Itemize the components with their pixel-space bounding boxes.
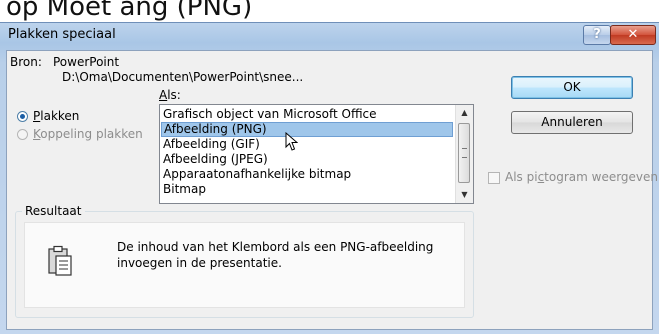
result-group: Resultaat De inhoud van het Klembord als… bbox=[15, 204, 474, 318]
show-as-icon-label[interactable]: Als pictogram weergeven bbox=[505, 170, 658, 184]
paste-special-dialog: Plakken speciaal ? ✕ Bron: PowerPoint D:… bbox=[0, 22, 659, 334]
list-item[interactable]: Afbeelding (JPEG) bbox=[163, 152, 268, 167]
result-label: Resultaat bbox=[22, 204, 85, 218]
close-button[interactable]: ✕ bbox=[610, 25, 656, 45]
ok-button[interactable]: OK bbox=[511, 76, 633, 99]
mouse-pointer-icon bbox=[285, 132, 298, 151]
paste-radio-dot bbox=[20, 114, 25, 119]
listbox-scrollbar[interactable]: ▲ ▼ bbox=[455, 105, 473, 203]
background-document-text: op Moet ang (PNG) bbox=[6, 0, 253, 22]
list-item[interactable]: Grafisch object van Microsoft Office bbox=[163, 107, 377, 122]
scroll-grip bbox=[462, 148, 467, 158]
cancel-button[interactable]: Annuleren bbox=[511, 111, 633, 134]
as-format-listbox[interactable]: Grafisch object van Microsoft Office Afb… bbox=[159, 104, 474, 204]
help-icon: ? bbox=[593, 27, 601, 42]
scroll-down-icon[interactable]: ▼ bbox=[456, 187, 473, 203]
source-path: D:\Oma\Documenten\PowerPoint\snee... bbox=[62, 70, 304, 84]
list-item[interactable]: Afbeelding (GIF) bbox=[163, 137, 260, 152]
scroll-thumb[interactable] bbox=[458, 123, 470, 183]
background-document-strip: op Moet ang (PNG) bbox=[0, 0, 659, 24]
paste-radio[interactable] bbox=[17, 111, 28, 122]
help-button[interactable]: ? bbox=[583, 25, 611, 45]
dialog-title: Plakken speciaal bbox=[8, 27, 116, 42]
list-item-selected[interactable]: Afbeelding (PNG) bbox=[161, 122, 453, 137]
paste-radio-label[interactable]: Plakken bbox=[33, 109, 79, 123]
clipboard-icon bbox=[48, 245, 72, 276]
source-app: PowerPoint bbox=[53, 55, 120, 69]
list-item[interactable]: Bitmap bbox=[163, 182, 206, 197]
result-description-line2: invoegen in de presentatie. bbox=[117, 256, 282, 270]
dialog-client-area: Bron: PowerPoint D:\Oma\Documenten\Power… bbox=[6, 50, 658, 330]
paste-link-radio[interactable] bbox=[17, 129, 28, 140]
paste-link-radio-label[interactable]: Koppeling plakken bbox=[33, 127, 143, 141]
show-as-icon-checkbox[interactable] bbox=[488, 172, 500, 184]
result-description-line1: De inhoud van het Klembord als een PNG-a… bbox=[117, 240, 434, 254]
as-label: Als: bbox=[159, 88, 181, 102]
close-icon: ✕ bbox=[627, 27, 639, 42]
scroll-up-icon[interactable]: ▲ bbox=[456, 105, 473, 121]
list-item[interactable]: Apparaatonafhankelijke bitmap bbox=[163, 167, 351, 182]
result-panel: De inhoud van het Klembord als een PNG-a… bbox=[24, 222, 465, 308]
source-label: Bron: bbox=[10, 55, 42, 69]
